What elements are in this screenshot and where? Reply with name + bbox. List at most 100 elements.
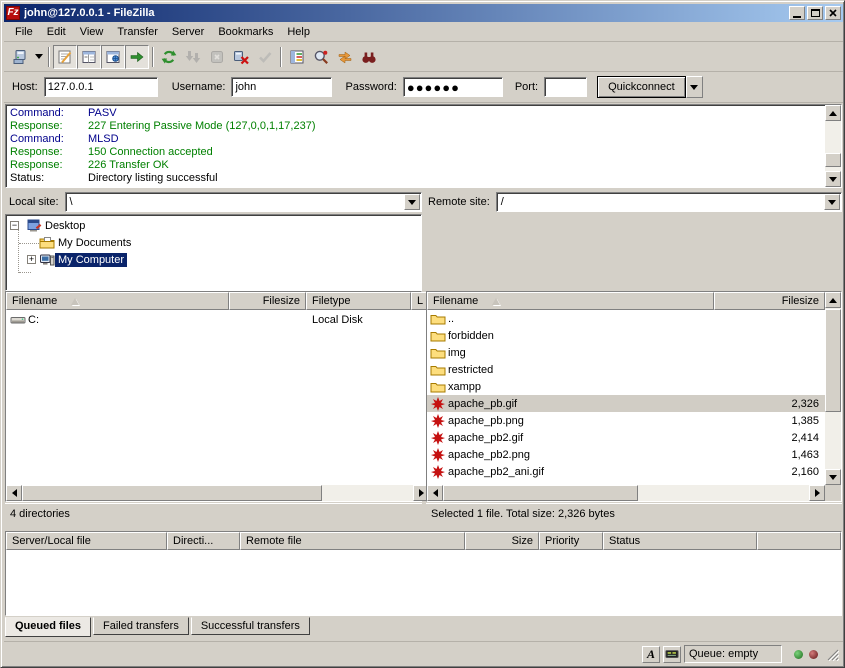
- toggle-remote-tree-button[interactable]: [101, 45, 125, 69]
- column-header-filesize[interactable]: Filesize: [714, 292, 825, 310]
- remote-horizontal-scrollbar: [427, 485, 825, 501]
- menu-bookmarks[interactable]: Bookmarks: [211, 24, 280, 40]
- column-header-filetype[interactable]: Filetype: [306, 292, 411, 310]
- tree-item-my-documents[interactable]: My Documents: [39, 234, 134, 251]
- scroll-right-icon: [419, 489, 424, 497]
- file-row-local-disk[interactable]: C: Local Disk: [6, 311, 429, 328]
- remote-file-list: Filename Filesize .. forbidden img restr…: [426, 291, 842, 502]
- column-header-direction[interactable]: Directi...: [167, 532, 240, 550]
- disconnect-button[interactable]: [229, 45, 253, 69]
- column-header-server-local-file[interactable]: Server/Local file: [6, 532, 167, 550]
- toolbar-separator: [152, 47, 154, 67]
- remote-site-combobox[interactable]: /: [496, 192, 842, 212]
- host-label: Host:: [12, 81, 38, 93]
- scrollbar-track[interactable]: [322, 485, 413, 501]
- tab-queued-files[interactable]: Queued files: [5, 617, 91, 637]
- file-row[interactable]: apache_pb2.gif2,414: [427, 429, 825, 446]
- file-row[interactable]: apache_pb2_ani.gif2,160: [427, 463, 825, 480]
- scroll-left-button[interactable]: [427, 485, 443, 501]
- port-input[interactable]: [544, 77, 587, 97]
- column-header-filesize[interactable]: Filesize: [229, 292, 306, 310]
- resize-grip[interactable]: [826, 648, 839, 661]
- password-input[interactable]: [403, 77, 503, 97]
- expand-icon[interactable]: [27, 255, 36, 264]
- minimize-button[interactable]: [789, 6, 805, 20]
- log-entry: Command:PASV: [10, 107, 821, 120]
- file-row[interactable]: apache_pb2.png1,463: [427, 446, 825, 463]
- tree-item-my-computer[interactable]: My Computer: [27, 251, 127, 268]
- synchronized-browsing-button[interactable]: [333, 45, 357, 69]
- scrollbar-thumb[interactable]: [825, 309, 841, 412]
- tab-successful-transfers[interactable]: Successful transfers: [191, 617, 310, 635]
- scrollbar-thumb[interactable]: [825, 153, 841, 167]
- scrollbar-thumb[interactable]: [22, 485, 322, 501]
- file-row[interactable]: ..: [427, 310, 825, 327]
- remote-vertical-scrollbar: [825, 292, 841, 485]
- scroll-right-button[interactable]: [809, 485, 825, 501]
- toolbar: [4, 42, 843, 72]
- filter-icon: [289, 49, 305, 65]
- combobox-dropdown-button[interactable]: [824, 194, 840, 210]
- folder-icon: [430, 345, 446, 361]
- file-row[interactable]: restricted: [427, 361, 825, 378]
- statusbar: A Queue: empty: [4, 641, 843, 666]
- scroll-left-button[interactable]: [6, 485, 22, 501]
- desktop-icon: [26, 218, 42, 234]
- menu-transfer[interactable]: Transfer: [110, 24, 165, 40]
- combobox-dropdown-button[interactable]: [404, 194, 420, 210]
- file-row[interactable]: apache_pb.png1,385: [427, 412, 825, 429]
- scroll-up-button[interactable]: [825, 292, 841, 308]
- menu-edit[interactable]: Edit: [40, 24, 73, 40]
- toggle-local-tree-button[interactable]: [77, 45, 101, 69]
- scrollbar-thumb[interactable]: [443, 485, 638, 501]
- column-header-priority[interactable]: Priority: [539, 532, 603, 550]
- find-files-button[interactable]: [357, 45, 381, 69]
- reconnect-button: [253, 45, 277, 69]
- column-header-status[interactable]: Status: [603, 532, 757, 550]
- column-header-remote-file[interactable]: Remote file: [240, 532, 465, 550]
- directory-comparison-button[interactable]: [309, 45, 333, 69]
- local-site-combobox[interactable]: \: [65, 192, 422, 212]
- scroll-down-button[interactable]: [825, 171, 841, 187]
- log-entry: Response:150 Connection accepted: [10, 146, 821, 159]
- scroll-left-icon: [12, 489, 17, 497]
- tree-item-desktop[interactable]: Desktop: [10, 217, 88, 234]
- local-tree-icon: [81, 49, 97, 65]
- menu-help[interactable]: Help: [280, 24, 317, 40]
- scrollbar-corner: [825, 485, 841, 501]
- column-header-size[interactable]: Size: [465, 532, 539, 550]
- local-status-text: 4 directories: [5, 503, 422, 523]
- menu-server[interactable]: Server: [165, 24, 211, 40]
- maximize-button[interactable]: [807, 6, 823, 20]
- column-header-filename[interactable]: Filename: [427, 292, 714, 310]
- menu-view[interactable]: View: [73, 24, 111, 40]
- queue-status-box: Queue: empty: [684, 645, 782, 663]
- scroll-down-button[interactable]: [825, 469, 841, 485]
- tab-failed-transfers[interactable]: Failed transfers: [93, 617, 189, 635]
- activity-led-green-icon: [794, 650, 803, 659]
- remote-list-header: Filename Filesize: [427, 292, 825, 310]
- site-manager-dropdown-button[interactable]: [32, 45, 45, 69]
- close-button[interactable]: [825, 6, 841, 20]
- toggle-transfer-queue-button[interactable]: [125, 45, 149, 69]
- refresh-button[interactable]: [157, 45, 181, 69]
- username-input[interactable]: [231, 77, 332, 97]
- quickconnect-button[interactable]: Quickconnect: [597, 76, 686, 98]
- directory-listing-filters-button[interactable]: [285, 45, 309, 69]
- toggle-message-log-button[interactable]: [53, 45, 77, 69]
- menu-file[interactable]: File: [8, 24, 40, 40]
- column-header-filename[interactable]: Filename: [6, 292, 229, 310]
- site-manager-button[interactable]: [8, 45, 32, 69]
- file-row[interactable]: xampp: [427, 378, 825, 395]
- cancel-operation-button: [205, 45, 229, 69]
- scroll-up-icon: [829, 298, 837, 303]
- scrollbar-track[interactable]: [638, 485, 809, 501]
- quickconnect-dropdown-button[interactable]: [686, 76, 703, 98]
- file-row[interactable]: img: [427, 344, 825, 361]
- log-scrollbar: [825, 105, 841, 187]
- file-row[interactable]: forbidden: [427, 327, 825, 344]
- collapse-icon[interactable]: [10, 221, 19, 230]
- file-row-selected[interactable]: apache_pb.gif2,326: [427, 395, 825, 412]
- scroll-up-button[interactable]: [825, 105, 841, 121]
- host-input[interactable]: [44, 77, 158, 97]
